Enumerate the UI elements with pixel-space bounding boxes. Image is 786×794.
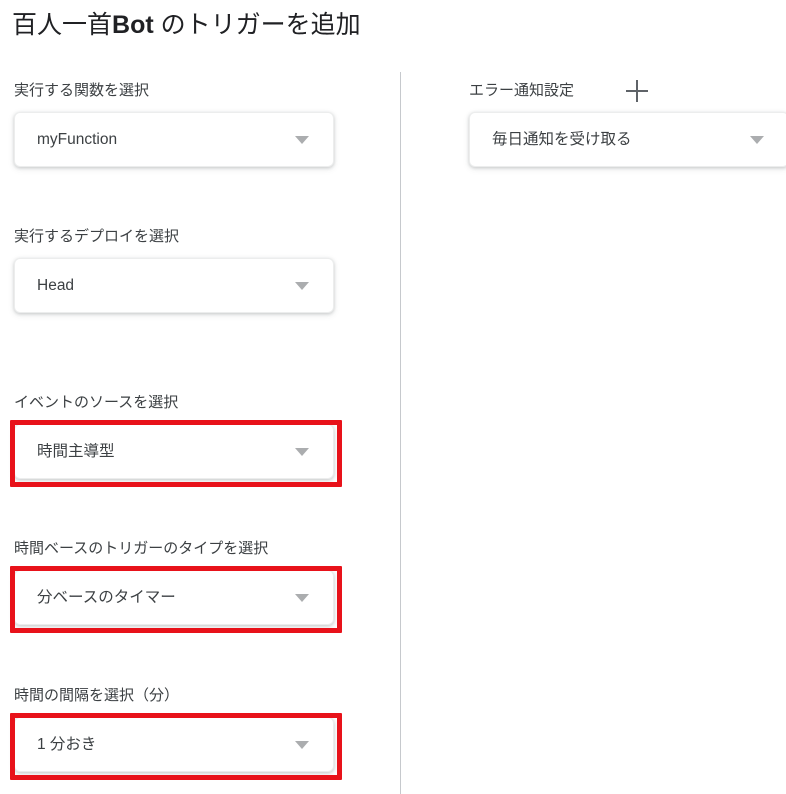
field-group-deployment: 実行するデプロイを選択 Head	[14, 226, 334, 313]
select-trigger-type[interactable]: 分ベースのタイマー	[14, 570, 334, 625]
select-wrap-trigger-type: 分ベースのタイマー	[10, 566, 342, 633]
chevron-down-icon	[295, 740, 309, 749]
plus-icon[interactable]	[626, 80, 649, 102]
select-function[interactable]: myFunction	[14, 112, 334, 167]
chevron-down-icon	[295, 135, 309, 144]
select-wrap-interval: 1 分おき	[10, 713, 342, 780]
select-wrap-function: myFunction	[14, 112, 334, 167]
select-event-source-value: 時間主導型	[37, 442, 115, 460]
field-group-function: 実行する関数を選択 myFunction	[14, 80, 334, 167]
left-column: 実行する関数を選択 myFunction 実行するデプロイを選択 Head イベ…	[0, 0, 400, 794]
field-label-trigger-type: 時間ベースのトリガーのタイプを選択	[14, 540, 269, 557]
chevron-down-icon	[295, 281, 309, 290]
field-group-interval: 時間の間隔を選択（分） 1 分おき	[10, 685, 342, 780]
chevron-down-icon	[750, 135, 764, 144]
select-deployment-value: Head	[37, 276, 75, 294]
select-interval[interactable]: 1 分おき	[14, 717, 334, 772]
error-notification-header: エラー通知設定	[469, 80, 786, 102]
select-wrap-deployment: Head	[14, 258, 334, 313]
select-error-notification[interactable]: 毎日通知を受け取る	[469, 112, 786, 167]
select-interval-value: 1 分おき	[37, 735, 97, 753]
field-label-error-notification: エラー通知設定	[469, 82, 575, 99]
field-label-event-source: イベントのソースを選択	[14, 394, 179, 411]
right-column: エラー通知設定 毎日通知を受け取る	[401, 0, 786, 794]
select-wrap-error-notification: 毎日通知を受け取る	[469, 112, 786, 167]
field-group-event-source: イベントのソースを選択 時間主導型	[10, 392, 342, 487]
field-label-deployment: 実行するデプロイを選択	[14, 228, 180, 245]
select-function-value: myFunction	[37, 130, 118, 148]
select-event-source[interactable]: 時間主導型	[14, 424, 334, 479]
field-group-error-notification: エラー通知設定 毎日通知を受け取る	[469, 80, 786, 167]
select-trigger-type-value: 分ベースのタイマー	[37, 588, 176, 606]
select-wrap-event-source: 時間主導型	[10, 420, 342, 487]
select-deployment[interactable]: Head	[14, 258, 334, 313]
field-label-interval: 時間の間隔を選択（分）	[14, 687, 180, 704]
field-group-trigger-type: 時間ベースのトリガーのタイプを選択 分ベースのタイマー	[10, 538, 342, 633]
select-error-notification-value: 毎日通知を受け取る	[492, 130, 632, 148]
chevron-down-icon	[295, 593, 309, 602]
field-label-function: 実行する関数を選択	[14, 82, 150, 99]
chevron-down-icon	[295, 447, 309, 456]
